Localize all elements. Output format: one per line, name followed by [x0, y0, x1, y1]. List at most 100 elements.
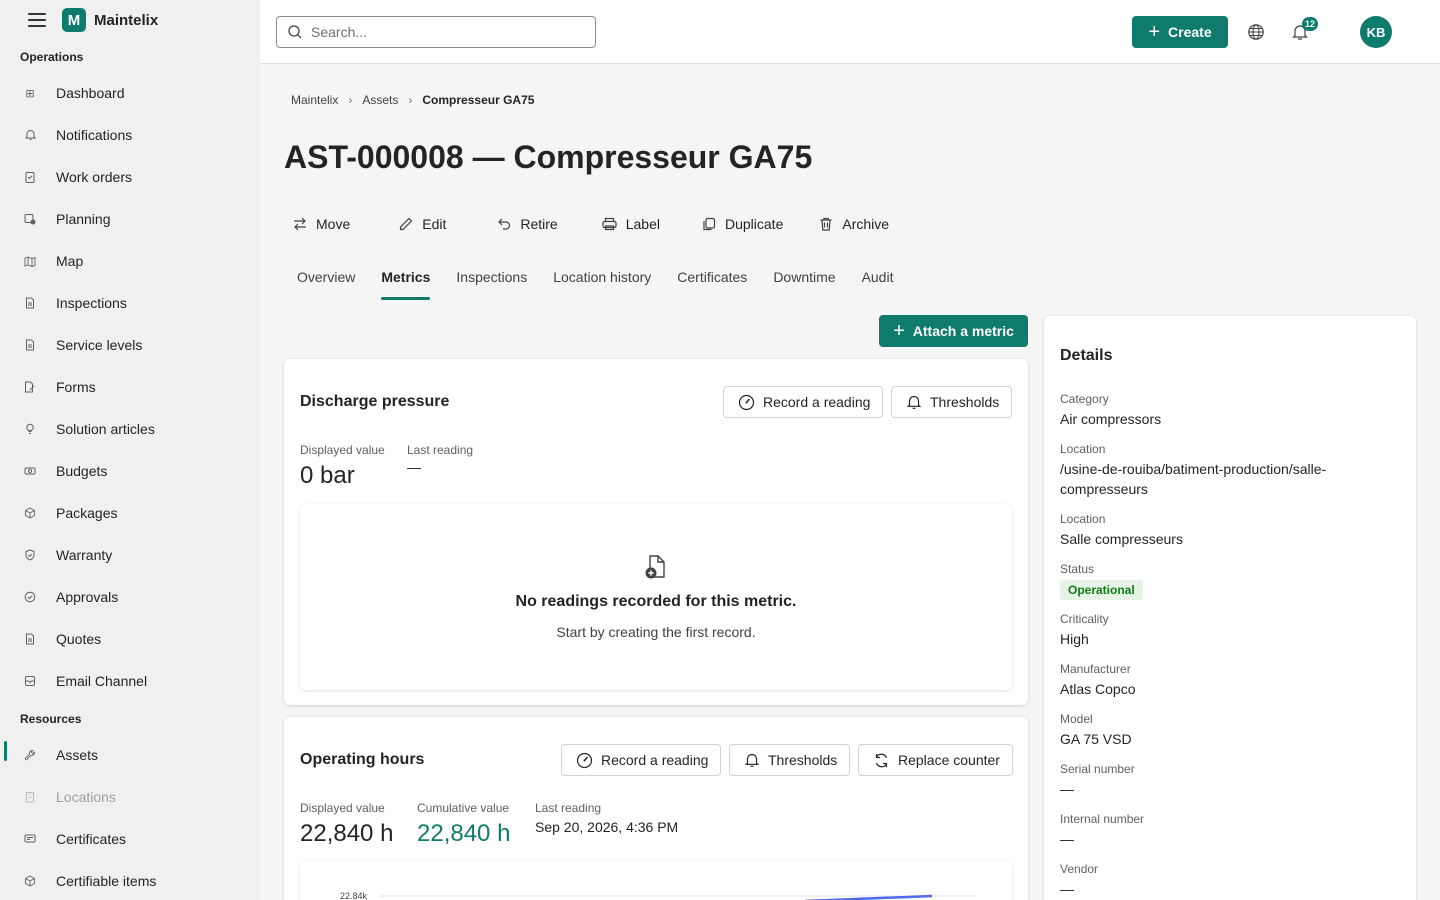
- clipboard-icon: [24, 171, 36, 183]
- retire-button[interactable]: Retire: [496, 208, 558, 240]
- replace-counter-button[interactable]: Replace counter: [858, 744, 1013, 776]
- tab-metrics[interactable]: Metrics: [381, 260, 431, 300]
- sidebar-item-label: Locations: [56, 789, 116, 805]
- sidebar-item-service-levels[interactable]: Service levels: [0, 324, 260, 366]
- document-add-icon: [645, 555, 665, 579]
- printer-icon: [602, 217, 617, 231]
- sidebar-item-label: Dashboard: [56, 85, 125, 101]
- gauge-icon: [576, 752, 593, 768]
- last-reading-value: —: [407, 459, 421, 475]
- thresholds-button[interactable]: Thresholds: [729, 744, 851, 776]
- bell-icon: [24, 129, 36, 141]
- displayed-value-label: Displayed value: [300, 801, 385, 815]
- chevron-right-icon: ›: [408, 93, 413, 107]
- gauge-icon: [738, 394, 755, 410]
- sidebar-item-quotes[interactable]: Quotes: [0, 618, 260, 660]
- sidebar-item-warranty[interactable]: Warranty: [0, 534, 260, 576]
- detail-label-location: Location: [1060, 512, 1106, 526]
- sidebar-item-locations[interactable]: Locations: [0, 776, 260, 818]
- sidebar-item-solution-articles[interactable]: Solution articles: [0, 408, 260, 450]
- mail-icon: [24, 675, 36, 687]
- create-button[interactable]: + Create: [1132, 16, 1228, 48]
- tab-overview[interactable]: Overview: [297, 260, 355, 300]
- detail-label-category: Category: [1060, 392, 1109, 406]
- create-button-label: Create: [1168, 24, 1212, 40]
- detail-label-internal-number: Internal number: [1060, 812, 1145, 826]
- tab-audit[interactable]: Audit: [862, 260, 894, 300]
- operating-hours-chart: 22.84k: [300, 861, 1012, 900]
- sidebar-item-label: Certificates: [56, 831, 127, 847]
- sidebar-item-email-channel[interactable]: Email Channel: [0, 660, 260, 702]
- sidebar-item-label: Quotes: [56, 631, 102, 647]
- notifications-button[interactable]: 12: [1288, 17, 1318, 44]
- empty-state-subtitle: Start by creating the first record.: [556, 624, 756, 640]
- search-icon: [288, 25, 302, 39]
- sidebar-item-inspections[interactable]: Inspections: [0, 282, 260, 324]
- breadcrumb-item-assets[interactable]: Assets: [362, 93, 398, 107]
- sidebar-item-planning[interactable]: Planning: [0, 198, 260, 240]
- box-icon: [24, 507, 36, 519]
- label-button[interactable]: Label: [601, 208, 660, 240]
- detail-label-serial-number: Serial number: [1060, 762, 1135, 776]
- metric-title: Operating hours: [300, 751, 425, 768]
- form-icon: [24, 381, 36, 393]
- sidebar-item-map[interactable]: Map: [0, 240, 260, 282]
- detail-label-location-path: Location: [1060, 442, 1106, 456]
- record-reading-label: Record a reading: [763, 394, 871, 410]
- sidebar-item-notifications[interactable]: Notifications: [0, 114, 260, 156]
- sidebar-item-approvals[interactable]: Approvals: [0, 576, 260, 618]
- sidebar-item-packages[interactable]: Packages: [0, 492, 260, 534]
- move-button[interactable]: Move: [292, 208, 350, 240]
- bell-icon: [744, 753, 760, 767]
- sidebar-item-label: Service levels: [56, 337, 143, 353]
- tab-downtime[interactable]: Downtime: [773, 260, 835, 300]
- search-input[interactable]: [311, 24, 581, 40]
- sidebar-item-label: Solution articles: [56, 421, 155, 437]
- breadcrumb-item-current: Compresseur GA75: [422, 93, 535, 107]
- lightbulb-icon: [24, 423, 36, 435]
- document-icon: [24, 339, 36, 351]
- displayed-value: 22,840 h: [300, 820, 394, 847]
- sidebar-item-label: Forms: [56, 379, 96, 395]
- sidebar-item-forms[interactable]: Forms: [0, 366, 260, 408]
- attach-metric-button[interactable]: + Attach a metric: [879, 315, 1028, 347]
- thresholds-button[interactable]: Thresholds: [891, 386, 1013, 418]
- sidebar-item-work-orders[interactable]: Work orders: [0, 156, 260, 198]
- cumulative-value: 22,840 h: [417, 820, 511, 847]
- metric-title: Discharge pressure: [300, 393, 450, 410]
- avatar[interactable]: KB: [1360, 16, 1392, 48]
- breadcrumb-item-home[interactable]: Maintelix: [291, 93, 338, 107]
- chevron-right-icon: ›: [348, 93, 353, 107]
- sidebar-item-certifiable-items[interactable]: Certifiable items: [0, 860, 260, 900]
- plus-icon: +: [1148, 21, 1161, 43]
- search-box[interactable]: [276, 16, 596, 48]
- sidebar-item-certificates[interactable]: Certificates: [0, 818, 260, 860]
- record-reading-button[interactable]: Record a reading: [723, 386, 884, 418]
- tab-location-history[interactable]: Location history: [553, 260, 651, 300]
- language-button[interactable]: [1244, 20, 1268, 44]
- section-label-resources: Resources: [20, 712, 82, 726]
- chart-y-tick: 22.84k: [340, 891, 368, 900]
- detail-value-model: GA 75 VSD: [1060, 731, 1132, 747]
- sidebar-item-budgets[interactable]: Budgets: [0, 450, 260, 492]
- sidebar-item-label: Approvals: [56, 589, 119, 605]
- refresh-icon: [875, 753, 888, 767]
- hamburger-menu-icon[interactable]: [28, 13, 46, 27]
- detail-label-criticality: Criticality: [1060, 612, 1109, 626]
- box-icon: [24, 875, 36, 887]
- page-title: AST-000008 — Compresseur GA75: [284, 139, 813, 175]
- details-panel: Details Category Air compressors Locatio…: [1044, 316, 1416, 900]
- last-reading-label: Last reading: [407, 443, 474, 457]
- sidebar-item-label: Inspections: [56, 295, 127, 311]
- detail-value-category: Air compressors: [1060, 411, 1162, 427]
- nav-resources: Assets Locations Certificates Certifiabl…: [0, 734, 260, 900]
- record-reading-button[interactable]: Record a reading: [561, 744, 722, 776]
- edit-button[interactable]: Edit: [398, 208, 446, 240]
- sidebar-item-label: Map: [56, 253, 84, 269]
- duplicate-button[interactable]: Duplicate: [701, 208, 783, 240]
- tab-inspections[interactable]: Inspections: [456, 260, 527, 300]
- sidebar-item-assets[interactable]: Assets: [0, 734, 260, 776]
- sidebar-item-dashboard[interactable]: ⊞ Dashboard: [0, 72, 260, 114]
- tab-certificates[interactable]: Certificates: [677, 260, 747, 300]
- archive-button[interactable]: Archive: [818, 208, 889, 240]
